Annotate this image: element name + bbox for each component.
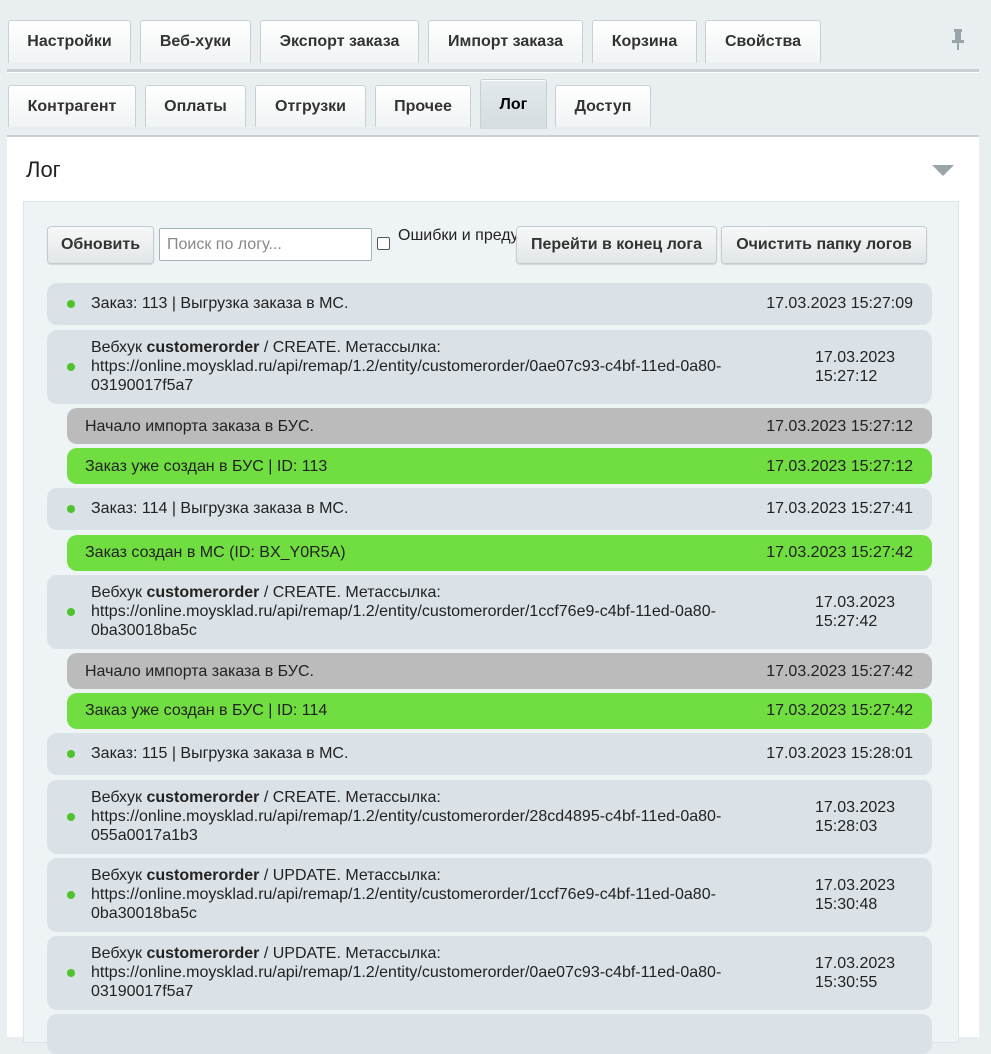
status-dot-icon xyxy=(67,505,75,513)
status-dot-icon xyxy=(67,813,75,821)
errors-checkbox[interactable] xyxy=(377,237,390,250)
log-entry: Вебхук customerorder / CREATE. Метассылк… xyxy=(47,330,932,404)
log-entry: Заказ: 115 | Выгрузка заказа в МС. 17.03… xyxy=(47,733,932,775)
log-entry: Вебхук customerorder / UPDATE. Метассылк… xyxy=(47,936,932,1010)
log-panel: Лог Обновить Ошибки и предупреждения Пер… xyxy=(7,135,979,1054)
search-input[interactable] xyxy=(159,228,372,261)
status-dot-icon xyxy=(67,608,75,616)
log-time: 17.03.2023 15:30:48 xyxy=(815,877,896,913)
refresh-button[interactable]: Обновить xyxy=(47,226,154,264)
log-entry: Заказ уже создан в БУС | ID: 113 17.03.2… xyxy=(67,448,932,484)
log-entry: Начало импорта заказа в БУС. 17.03.2023 … xyxy=(67,653,932,689)
tab-order-import[interactable]: Импорт заказа xyxy=(428,20,583,63)
log-entry: Вебхук customerorder / CREATE. Метассылк… xyxy=(47,575,932,649)
log-message: Вебхук customerorder / UPDATE. Метассылк… xyxy=(91,945,722,1000)
log-time: 17.03.2023 15:27:42 xyxy=(766,663,913,680)
log-message: Заказ: 113 | Выгрузка заказа в МС. xyxy=(91,295,349,312)
log-time: 17.03.2023 15:28:01 xyxy=(766,745,913,762)
log-time: 17.03.2023 15:27:42 xyxy=(766,702,913,719)
log-entry: Заказ: 113 | Выгрузка заказа в МС. 17.03… xyxy=(47,283,932,325)
status-dot-icon xyxy=(67,300,75,308)
page-title: Лог xyxy=(26,157,61,182)
log-time: 17.03.2023 15:27:09 xyxy=(766,295,913,312)
log-time: 17.03.2023 15:27:12 xyxy=(766,458,913,475)
log-entry: Заказ создан в МС (ID: BX_Y0R5A) 17.03.2… xyxy=(67,535,932,571)
log-time: 17.03.2023 15:28:03 xyxy=(815,799,896,835)
tab-order-export[interactable]: Экспорт заказа xyxy=(260,20,419,63)
log-message: Начало импорта заказа в БУС. xyxy=(85,663,314,680)
log-time: 17.03.2023 15:27:12 xyxy=(815,349,896,385)
log-time: 17.03.2023 15:30:55 xyxy=(815,955,896,991)
triangle-down-icon[interactable] xyxy=(932,165,954,176)
goto-end-button[interactable]: Перейти в конец лога xyxy=(516,226,717,264)
tab-divider xyxy=(7,69,979,73)
status-dot-icon xyxy=(67,363,75,371)
tab-cart[interactable]: Корзина xyxy=(592,20,697,63)
log-time: 17.03.2023 15:27:12 xyxy=(766,418,913,435)
clear-logs-button[interactable]: Очистить папку логов xyxy=(721,226,927,264)
tab-other[interactable]: Прочее xyxy=(375,85,471,127)
tab-shipments[interactable]: Отгрузки xyxy=(255,85,366,127)
log-entry: Заказ уже создан в БУС | ID: 114 17.03.2… xyxy=(67,693,932,729)
log-time: 17.03.2023 15:27:41 xyxy=(766,500,913,517)
log-message: Вебхук customerorder / CREATE. Метассылк… xyxy=(91,789,722,844)
log-entry: Вебхук customerorder / CREATE. Метассылк… xyxy=(47,780,932,854)
log-entry: Начало импорта заказа в БУС. 17.03.2023 … xyxy=(67,408,932,444)
tab-properties[interactable]: Свойства xyxy=(705,20,821,63)
log-message: Заказ уже создан в БУС | ID: 113 xyxy=(85,458,328,475)
log-message: Заказ: 115 | Выгрузка заказа в МС. xyxy=(91,745,349,762)
log-message: Начало импорта заказа в БУС. xyxy=(85,418,314,435)
log-entry: Заказ: 114 | Выгрузка заказа в МС. 17.03… xyxy=(47,488,932,530)
log-message: Вебхук customerorder / UPDATE. Метассылк… xyxy=(91,867,716,922)
status-dot-icon xyxy=(67,750,75,758)
pin-icon[interactable] xyxy=(950,28,966,50)
log-entry: Вебхук customerorder / UPDATE. Метассылк… xyxy=(47,858,932,932)
tab-payments[interactable]: Оплаты xyxy=(145,85,246,127)
log-message: Заказ: 114 | Выгрузка заказа в МС. xyxy=(91,500,349,517)
tab-webhooks[interactable]: Веб-хуки xyxy=(140,20,251,63)
status-dot-icon xyxy=(67,969,75,977)
tab-counterparty[interactable]: Контрагент xyxy=(8,85,136,127)
status-dot-icon xyxy=(67,891,75,899)
log-message: Заказ уже создан в БУС | ID: 114 xyxy=(85,702,328,719)
log-time: 17.03.2023 15:27:42 xyxy=(766,544,913,561)
tab-access[interactable]: Доступ xyxy=(555,85,651,127)
errors-checkbox-label: Ошибки и предупреждения xyxy=(398,227,518,244)
tab-settings[interactable]: Настройки xyxy=(8,20,131,63)
log-entry xyxy=(47,1014,932,1054)
log-container: Обновить Ошибки и предупреждения Перейти… xyxy=(23,201,959,1054)
tab-log[interactable]: Лог xyxy=(480,79,547,129)
log-message: Вебхук customerorder / CREATE. Метассылк… xyxy=(91,339,722,394)
log-message: Вебхук customerorder / CREATE. Метассылк… xyxy=(91,584,716,639)
log-message: Заказ создан в МС (ID: BX_Y0R5A) xyxy=(85,544,346,561)
log-time: 17.03.2023 15:27:42 xyxy=(815,594,896,630)
